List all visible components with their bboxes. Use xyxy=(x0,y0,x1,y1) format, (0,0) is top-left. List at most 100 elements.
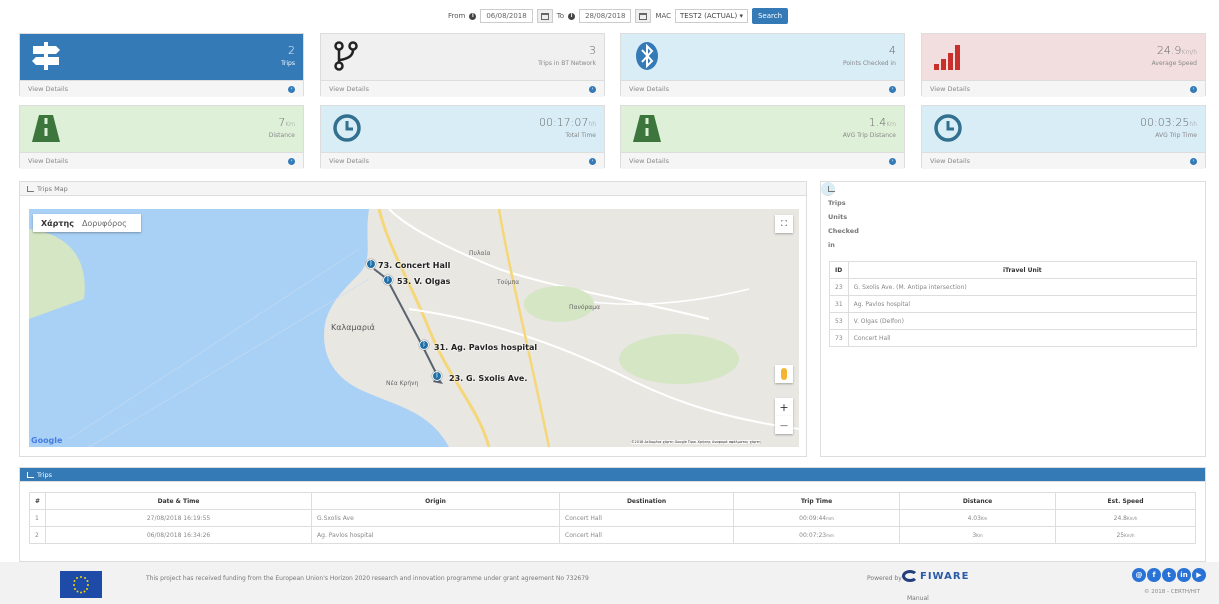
view-details-label: View Details xyxy=(329,157,370,165)
view-details-label: View Details xyxy=(930,85,971,93)
col-header: # xyxy=(28,492,47,510)
map-type-map-button[interactable]: Χάρτης xyxy=(33,219,82,228)
trip-speed: 24.8Km/h xyxy=(1055,509,1196,527)
place-label: Πανόραμα xyxy=(569,304,601,311)
view-details-link[interactable]: View Details › xyxy=(922,80,1205,97)
card-label: AVG Trip Time xyxy=(1155,132,1197,139)
map-type-control: Χάρτης Δορυφόρος xyxy=(33,214,141,232)
table-header-row: ID iTravel Unit xyxy=(829,261,1198,279)
trip-distance: 3Km xyxy=(899,526,1057,544)
fiware-label: FIWARE xyxy=(920,570,970,582)
map-canvas[interactable]: Χάρτης Δορυφόρος ⛶ + — Google ©2018 Δεδο… xyxy=(29,209,799,447)
arrow-circle-right-icon: › xyxy=(589,85,596,93)
units-checked-in-panel: Trips Units Checked in ID iTravel Unit 23… xyxy=(820,181,1206,457)
facebook-icon[interactable]: f xyxy=(1147,568,1161,582)
trip-speed: 25Km/h xyxy=(1055,526,1196,544)
view-details-link[interactable]: View Details › xyxy=(621,80,904,97)
to-calendar-button[interactable] xyxy=(635,9,652,23)
fullscreen-icon: ⛶ xyxy=(781,219,787,228)
funding-text: This project has received funding from t… xyxy=(146,575,589,582)
unit-id: 53 xyxy=(829,312,849,330)
map-type-satellite-button[interactable]: Δορυφόρος xyxy=(82,219,127,228)
map-marker-bluetooth-icon[interactable]: ᛒ xyxy=(419,340,429,350)
street-view-button[interactable] xyxy=(775,365,793,383)
card-label: Distance xyxy=(268,132,295,139)
view-details-link[interactable]: View Details › xyxy=(20,80,303,97)
panel-title: Trips xyxy=(37,471,53,479)
mac-select-value: TEST2 (ACTUAL) xyxy=(680,12,738,20)
place-label: Καλαμαριά xyxy=(331,323,375,332)
panel-heading: Trips xyxy=(20,468,1205,482)
zoom-in-button[interactable]: + xyxy=(775,398,793,416)
page-footer: This project has received funding from t… xyxy=(0,562,1219,604)
fullscreen-button[interactable]: ⛶ xyxy=(775,215,793,233)
view-details-link[interactable]: View Details › xyxy=(321,80,604,97)
unit-name: Ag. Pavlos hospital xyxy=(847,295,1198,313)
from-calendar-button[interactable] xyxy=(536,9,553,23)
trips-panel: Trips # Date & Time Origin Destination T… xyxy=(19,467,1206,562)
calendar-icon xyxy=(540,12,549,20)
view-details-link[interactable]: View Details › xyxy=(621,152,904,169)
bt-network-card: 3 Trips in BT Network View Details › xyxy=(320,33,605,97)
card-label: Trips in BT Network xyxy=(538,60,596,67)
view-details-link[interactable]: View Details › xyxy=(321,152,604,169)
email-icon[interactable]: @ xyxy=(1132,568,1146,582)
info-icon: i xyxy=(568,12,576,20)
arrow-circle-right-icon: › xyxy=(889,85,896,93)
eu-flag-logo xyxy=(60,571,102,598)
table-row: 2 06/08/2018 16:34:26 Ag. Pavlos hospita… xyxy=(28,526,1196,544)
caret-down-icon: ▾ xyxy=(739,12,743,20)
table-row: 23 G. Sxolis Ave. (M. Antipa intersection… xyxy=(829,278,1198,296)
from-date-input[interactable]: 06/08/2018 xyxy=(480,9,533,23)
arrow-circle-right-icon: › xyxy=(288,157,295,165)
col-header: Trip Time xyxy=(733,492,901,510)
trip-time: 00:09:44mm xyxy=(733,509,901,527)
road-icon xyxy=(32,115,60,142)
mac-label: MAC xyxy=(655,12,672,20)
trip-destination: Concert Hall xyxy=(559,509,735,527)
points-card: 4 Points Checked in View Details › xyxy=(620,33,905,97)
fiware-logo[interactable]: FIWARE xyxy=(902,570,969,582)
card-label: Points Checked in xyxy=(842,60,896,67)
road-icon xyxy=(633,115,661,142)
unit-id: 73 xyxy=(829,329,849,347)
map-marker-bluetooth-icon[interactable]: ᛒ xyxy=(383,275,393,285)
clock-icon xyxy=(934,114,962,142)
trip-distance: 4.03Km xyxy=(899,509,1057,527)
search-button[interactable]: Search xyxy=(751,8,789,24)
view-details-label: View Details xyxy=(629,85,670,93)
col-unit-header: iTravel Unit xyxy=(847,261,1198,279)
unit-id: 23 xyxy=(829,278,849,296)
table-row: 31 Ag. Pavlos hospital xyxy=(829,295,1198,313)
to-label: To xyxy=(556,12,565,20)
linkedin-icon[interactable]: in xyxy=(1177,568,1191,582)
manual-link[interactable]: Manual xyxy=(907,595,929,602)
card-value: 24.9Km/h xyxy=(1156,44,1197,57)
arrow-circle-right-icon: › xyxy=(1190,157,1197,165)
marker-label: 53. V. Olgas xyxy=(397,277,451,286)
col-header: Est. Speed xyxy=(1055,492,1196,510)
view-details-link[interactable]: View Details › xyxy=(20,152,303,169)
view-details-link[interactable]: View Details › xyxy=(922,152,1205,169)
to-date-input[interactable]: 28/08/2018 xyxy=(579,9,632,23)
twitter-icon[interactable]: t xyxy=(1162,568,1176,582)
zoom-out-button[interactable]: — xyxy=(775,416,793,434)
map-attribution[interactable]: ©2018 Δεδομένα χάρτη Google Όροι Χρήσης … xyxy=(631,440,761,444)
trip-num: 1 xyxy=(28,509,47,527)
card-value: 3 xyxy=(589,44,596,57)
card-value: 2 xyxy=(288,44,295,57)
map-marker-bluetooth-icon[interactable]: ᛒ xyxy=(432,371,442,381)
panel-heading: Trips Map xyxy=(20,182,806,196)
calendar-icon xyxy=(639,12,648,20)
clock-icon xyxy=(333,114,361,142)
copyright: © 2018 - CERTH/HIT xyxy=(1144,589,1200,595)
trip-destination: Concert Hall xyxy=(559,526,735,544)
arrow-circle-right-icon: › xyxy=(889,157,896,165)
bluetooth-icon xyxy=(636,42,658,70)
youtube-icon[interactable]: ▶ xyxy=(1192,568,1206,582)
col-header: Destination xyxy=(559,492,735,510)
marker-label: 31. Ag. Pavlos hospital xyxy=(434,343,538,352)
map-marker-bluetooth-icon[interactable]: ᛒ xyxy=(366,259,376,269)
table-row: 73 Concert Hall xyxy=(829,329,1198,347)
mac-select[interactable]: TEST2 (ACTUAL) ▾ xyxy=(675,9,748,23)
